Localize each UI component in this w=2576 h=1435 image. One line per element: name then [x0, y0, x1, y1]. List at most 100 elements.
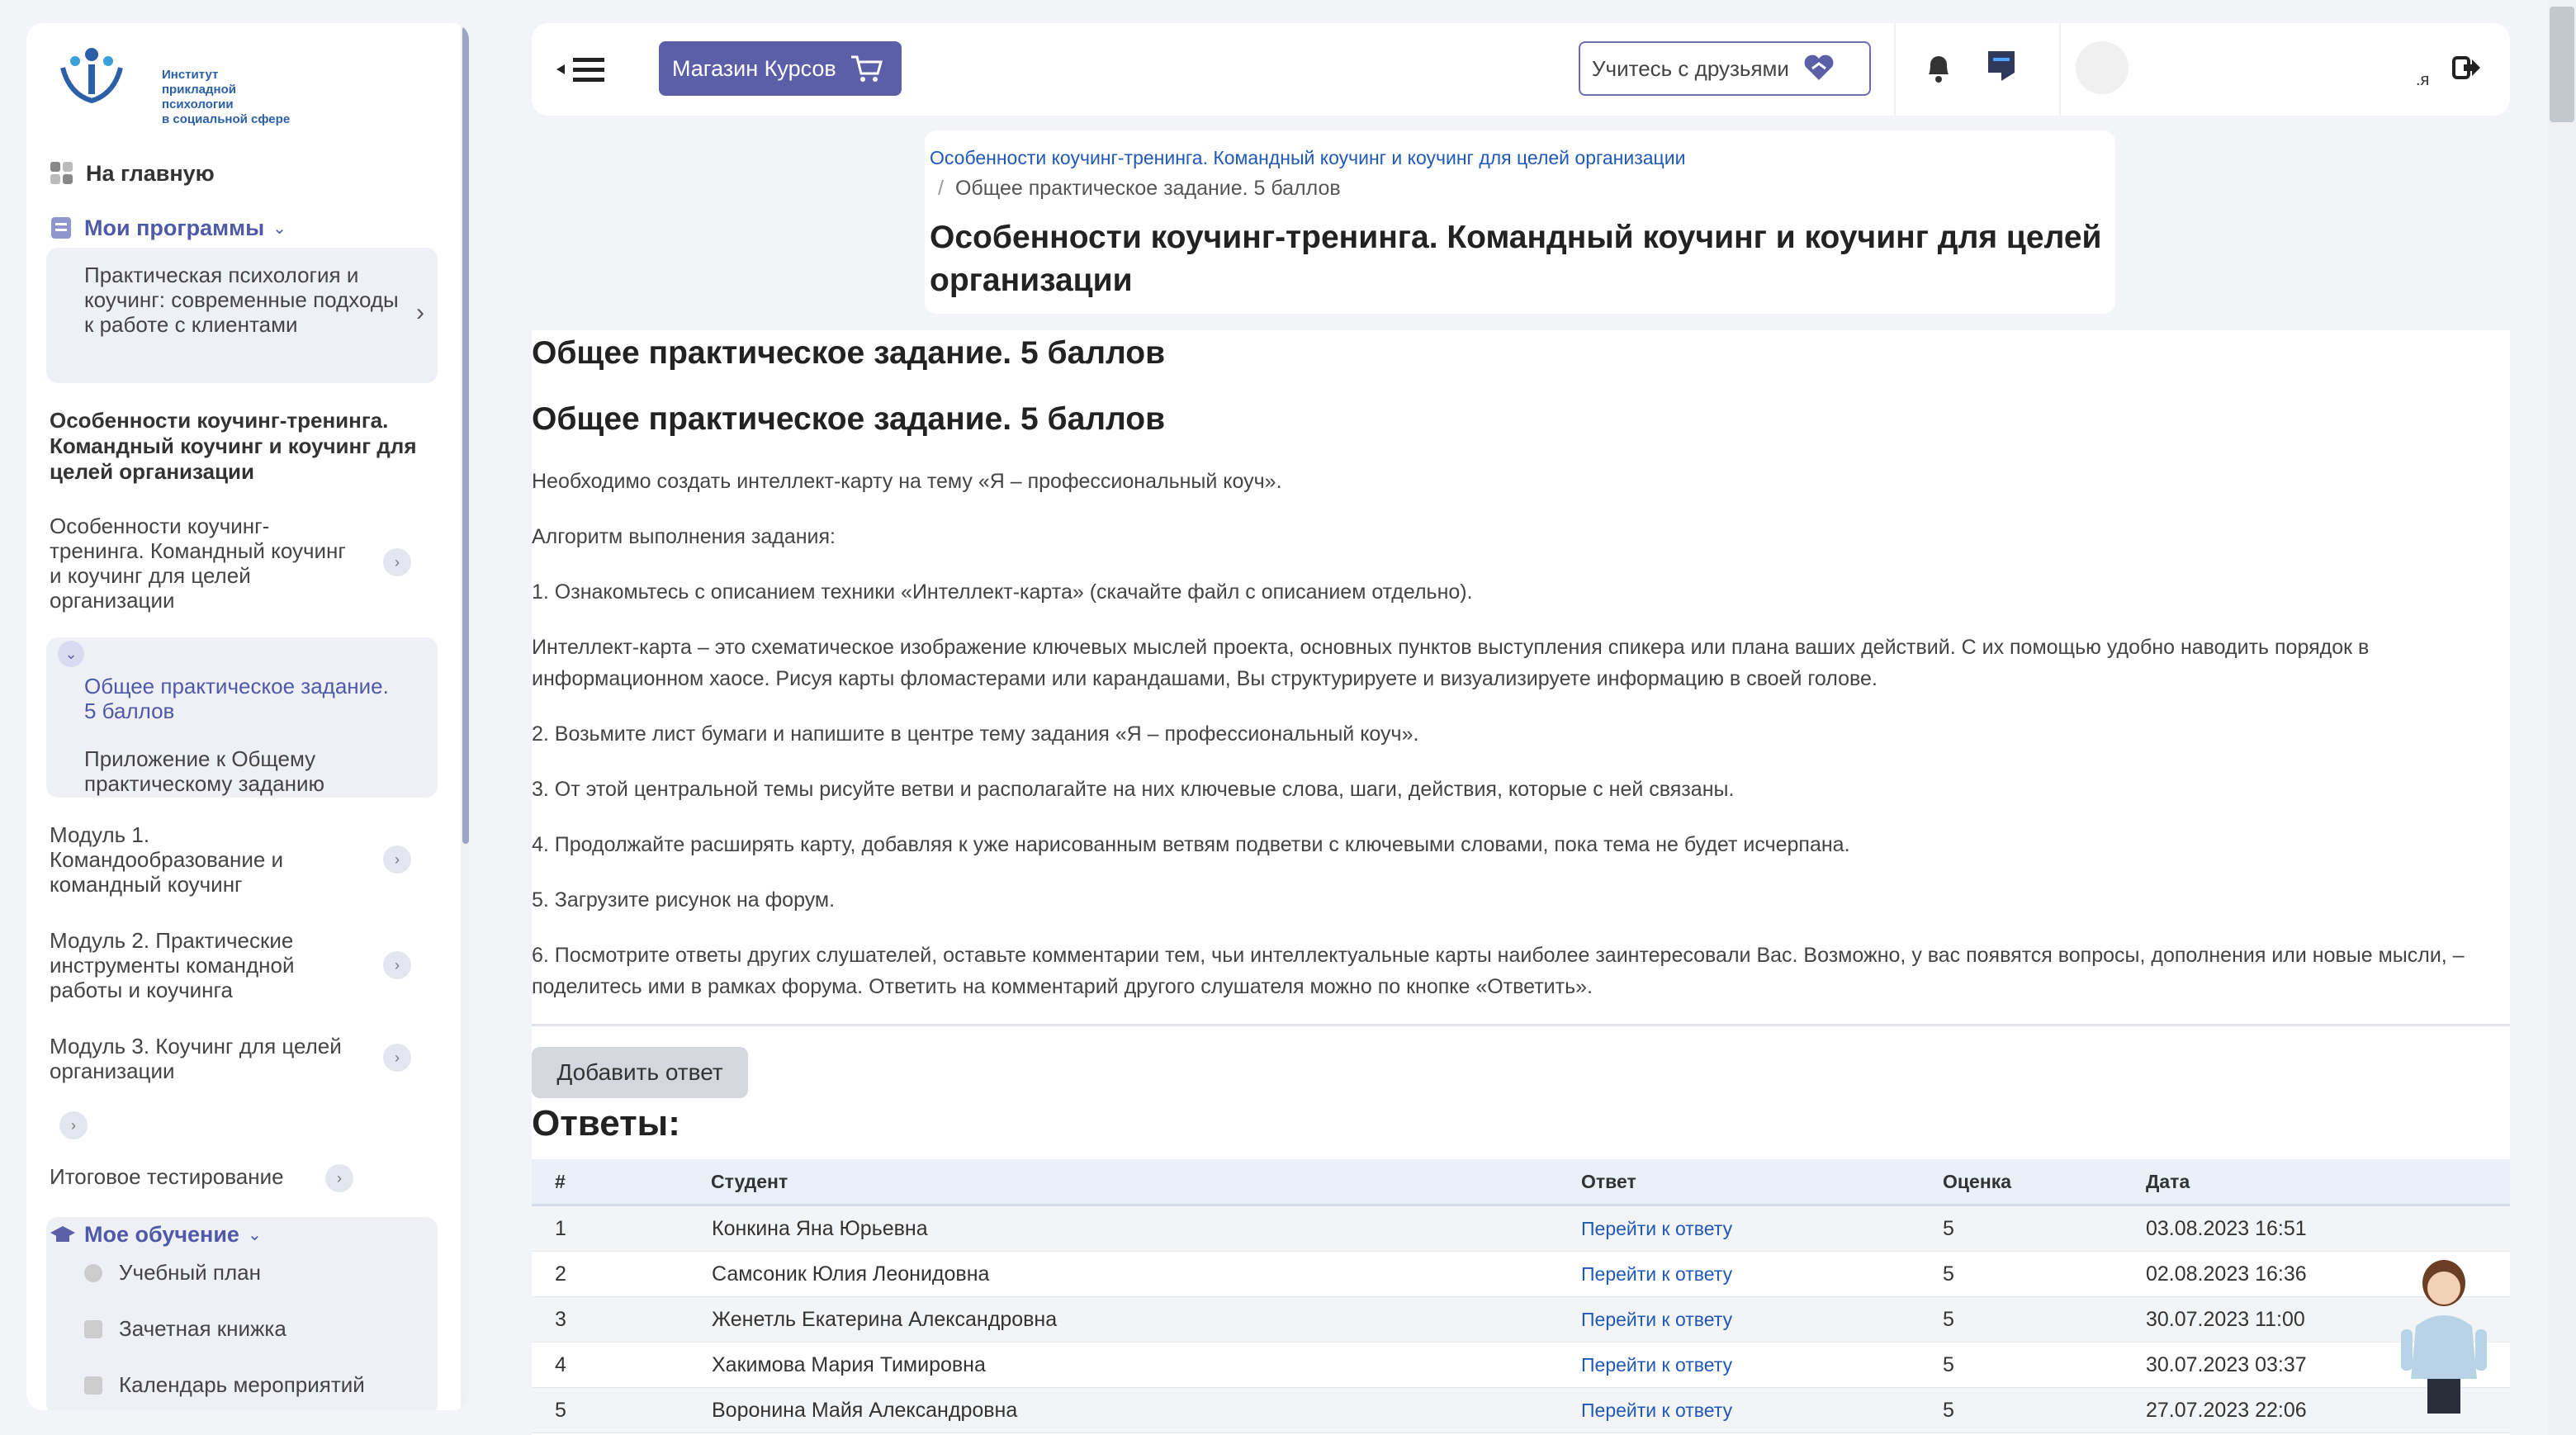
- breadcrumb: Особенности коучинг-тренинга. Командный …: [925, 130, 2115, 314]
- calendar-icon: [84, 1376, 102, 1395]
- chevron-right-icon[interactable]: ›: [383, 1044, 411, 1072]
- page-scrollbar[interactable]: [2548, 0, 2576, 1435]
- table-row: 1 Конкина Яна Юрьевна Перейти к ответу 5…: [532, 1205, 2510, 1252]
- divider: [2059, 23, 2061, 116]
- grade: 5: [1942, 1251, 2145, 1297]
- study-with-friends-button[interactable]: Учитесь с друзьями: [1579, 41, 1871, 96]
- task-paragraph: 4. Продолжайте расширять карту, добавляя…: [532, 833, 1850, 856]
- chevron-right-icon: ›: [416, 299, 424, 326]
- sidebar-section-main[interactable]: Особенности коучинг-тренинга. Командный …: [50, 514, 363, 613]
- task-paragraph: Интеллект-карта – это схематическое изоб…: [532, 636, 2370, 690]
- course-shop-label: Магазин Курсов: [672, 55, 836, 81]
- sidebar-item-study-plan[interactable]: Учебный план: [84, 1260, 261, 1286]
- column-header: Студент: [711, 1159, 1580, 1206]
- chevron-right-icon[interactable]: ›: [383, 548, 411, 576]
- assistant-icon: [2401, 1260, 2487, 1414]
- task-paragraph: 2. Возьмите лист бумаги и напишите в цен…: [532, 722, 1419, 746]
- task-content: Общее практическое задание. 5 баллов Общ…: [532, 330, 2510, 1435]
- chevron-down-icon[interactable]: ⌄: [58, 641, 84, 667]
- task-paragraph: 5. Загрузите рисунок на форум.: [532, 888, 836, 912]
- sidebar-subitem[interactable]: Приложение к Общему практическому задани…: [84, 746, 406, 796]
- grade: 5: [1942, 1342, 2145, 1388]
- sidebar-subitem-active[interactable]: Общее практическое задание. 5 баллов: [84, 674, 406, 723]
- task-paragraph: 1. Ознакомьтесь с описанием техники «Инт…: [532, 580, 1473, 604]
- column-header: #: [532, 1159, 711, 1206]
- program-card[interactable]: Практическая психология и коучинг: совре…: [46, 248, 438, 383]
- sidebar-item-gradebook[interactable]: Зачетная книжка: [84, 1316, 286, 1342]
- date: 03.08.2023 16:51: [2145, 1205, 2510, 1252]
- logo-icon: [60, 48, 123, 104]
- task-paragraph: Необходимо создать интеллект-карту на те…: [532, 470, 1282, 493]
- chevron-right-icon[interactable]: ›: [383, 951, 411, 979]
- assistant-avatar[interactable]: [2394, 1255, 2493, 1420]
- task-paragraph: 6. Посмотрите ответы других слушателей, …: [532, 944, 2465, 998]
- hamburger-icon: [556, 58, 604, 82]
- logo-line: прикладной психологии: [162, 83, 236, 111]
- top-header: Магазин Курсов Учитесь с друзьями .я: [532, 23, 2510, 116]
- sidebar-module-1[interactable]: Модуль 1. Командообразование и командный…: [50, 822, 363, 897]
- sidebar-scrollbar[interactable]: [461, 23, 469, 1410]
- answer-cell: Перейти к ответу: [1580, 1251, 1942, 1297]
- add-answer-button[interactable]: Добавить ответ: [532, 1047, 748, 1098]
- bell-icon: [1929, 56, 1949, 83]
- graduation-cap-icon: [50, 1225, 75, 1242]
- my-learning-card: Мое обучение ⌄ Учебный план Зачетная кни…: [46, 1217, 438, 1410]
- sidebar-module-2[interactable]: Модуль 2. Практические инструменты коман…: [50, 928, 363, 1002]
- column-header: Дата: [2145, 1159, 2510, 1206]
- sidebar-item-my-learning[interactable]: Мое обучение ⌄: [50, 1222, 262, 1248]
- chevron-right-icon[interactable]: ›: [325, 1164, 353, 1192]
- go-to-answer-link[interactable]: Перейти к ответу: [1581, 1263, 1732, 1285]
- sidebar-scroll-thumb[interactable]: [462, 26, 469, 844]
- course-title: Особенности коучинг-тренинга. Командный …: [50, 408, 417, 484]
- go-to-answer-link[interactable]: Перейти к ответу: [1581, 1399, 1732, 1421]
- chevron-right-icon[interactable]: ›: [59, 1111, 88, 1139]
- table-row: 3 Женетль Екатерина Александровна Перейт…: [532, 1296, 2510, 1343]
- row-number: 2: [532, 1251, 711, 1297]
- student-name: Воронина Майя Александровна: [711, 1387, 1580, 1433]
- avatar[interactable]: [2076, 41, 2129, 94]
- menu-toggle[interactable]: [556, 53, 606, 86]
- go-to-answer-link[interactable]: Перейти к ответу: [1581, 1309, 1732, 1330]
- notifications-button[interactable]: [1922, 50, 1955, 90]
- answer-cell: Перейти к ответу: [1580, 1296, 1942, 1343]
- logout-button[interactable]: [2452, 53, 2482, 87]
- student-name: Конкина Яна Юрьевна: [711, 1205, 1580, 1252]
- go-to-answer-link[interactable]: Перейти к ответу: [1581, 1218, 1732, 1239]
- task-paragraph: 3. От этой центральной темы рисуйте ветв…: [532, 778, 1735, 801]
- book-icon: [51, 217, 71, 239]
- sidebar-item-my-programs[interactable]: Мои программы ⌄: [50, 213, 286, 243]
- row-number: 3: [532, 1296, 711, 1343]
- answer-cell: Перейти к ответу: [1580, 1342, 1942, 1388]
- messages-button[interactable]: [1985, 48, 2018, 88]
- dashboard-icon: [50, 162, 73, 184]
- sidebar-item-label: На главную: [86, 160, 215, 186]
- program-card-label: Практическая психология и коучинг: совре…: [84, 263, 399, 337]
- table-row: 4 Хакимова Мария Тимировна Перейти к отв…: [532, 1342, 2510, 1388]
- go-to-answer-link[interactable]: Перейти к ответу: [1581, 1354, 1732, 1376]
- breadcrumb-link[interactable]: Особенности коучинг-тренинга. Командный …: [930, 147, 1685, 169]
- user-name: .я: [2416, 71, 2430, 89]
- sidebar-item-label: Мое обучение: [84, 1222, 239, 1247]
- row-number: 4: [532, 1342, 711, 1388]
- breadcrumb-current-label: Общее практическое задание. 5 баллов: [954, 177, 1341, 200]
- answers-title: Ответы:: [532, 1103, 680, 1144]
- grade: 5: [1942, 1296, 2145, 1343]
- sub-items-card: ⌄ Общее практическое задание. 5 баллов П…: [46, 637, 438, 798]
- institute-logo[interactable]: Институт прикладной психологии в социаль…: [54, 43, 302, 126]
- row-number: 1: [532, 1205, 711, 1252]
- sidebar-final-test[interactable]: Итоговое тестирование: [50, 1164, 322, 1189]
- chat-icon: [1988, 51, 2015, 81]
- sidebar-module-3[interactable]: Модуль 3. Коучинг для целей организации: [50, 1034, 363, 1083]
- page-scroll-thumb[interactable]: [2550, 7, 2574, 122]
- sidebar-item-calendar[interactable]: Календарь мероприятий: [84, 1372, 365, 1398]
- sidebar-item-home[interactable]: На главную: [50, 159, 215, 188]
- study-with-friends-label: Учитесь с друзьями: [1592, 55, 1789, 81]
- column-header: Оценка: [1942, 1159, 2145, 1206]
- student-name: Хакимова Мария Тимировна: [711, 1342, 1580, 1388]
- row-number: 5: [532, 1387, 711, 1433]
- handshake-icon: [1804, 54, 1834, 80]
- course-shop-button[interactable]: Магазин Курсов: [659, 41, 902, 96]
- answer-cell: Перейти к ответу: [1580, 1387, 1942, 1433]
- chevron-right-icon[interactable]: ›: [383, 845, 411, 874]
- task-heading: Общее практическое задание. 5 баллов: [532, 335, 1166, 371]
